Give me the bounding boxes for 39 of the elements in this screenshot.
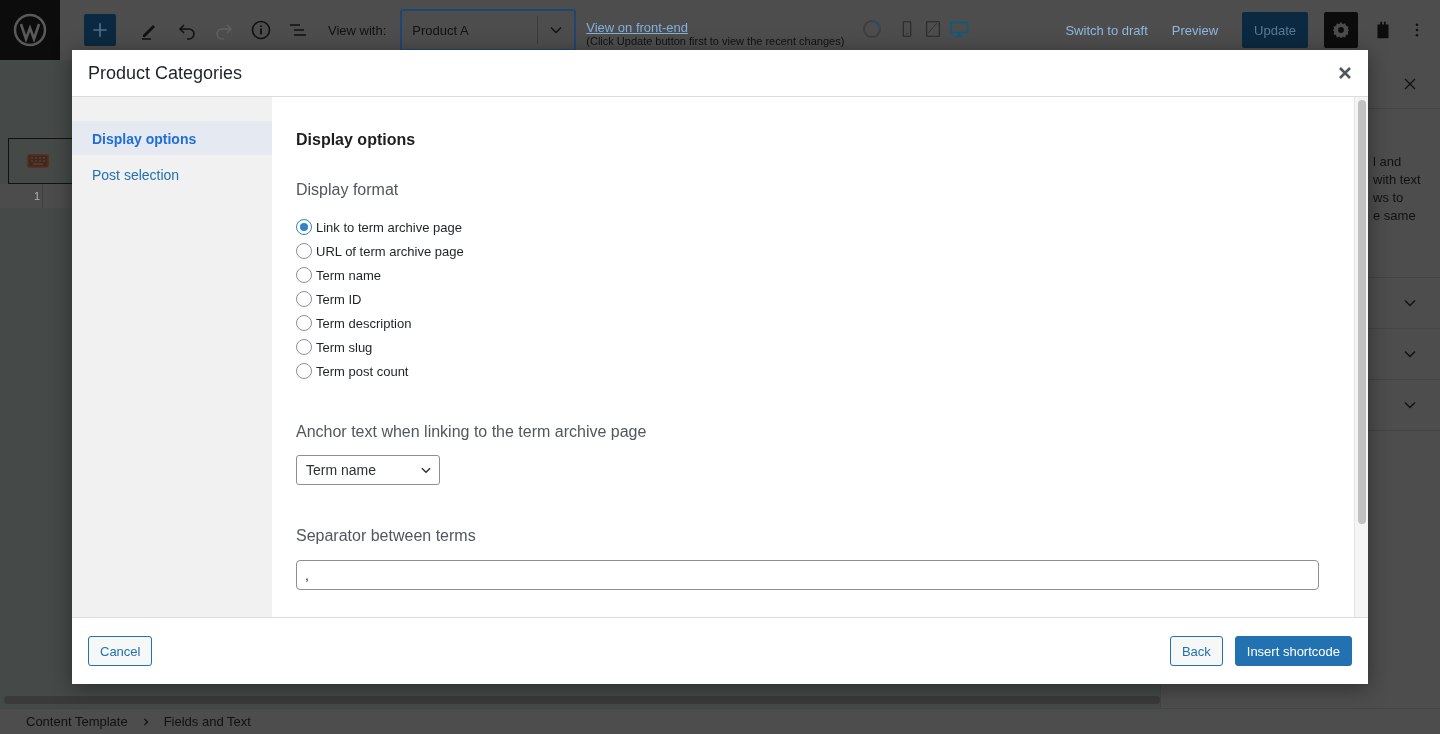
dialog-button[interactable]: Back xyxy=(1169,636,1223,666)
toolbar-link-button[interactable]: Switch to draft xyxy=(1065,22,1148,38)
sidebar-description-line: e same xyxy=(1373,207,1417,225)
radio-label[interactable]: Link to term archive page xyxy=(316,219,462,235)
dialog-nav-tab[interactable]: Post selection xyxy=(72,157,272,191)
update-button[interactable]: Update xyxy=(1242,12,1308,48)
close-icon xyxy=(1338,66,1352,80)
close-button[interactable] xyxy=(1338,66,1352,80)
view-with-label: View with: xyxy=(328,22,387,38)
field-label: Anchor text when linking to the term archive page xyxy=(296,423,647,441)
keyboard-icon xyxy=(27,154,49,168)
view-front-end-link[interactable]: View on front-end xyxy=(586,19,845,35)
field-label: Separator between terms xyxy=(296,527,476,545)
radio-label[interactable]: Term ID xyxy=(316,291,362,307)
sidebar-description-line: with text xyxy=(1373,171,1422,189)
line-number: 1 xyxy=(0,184,43,208)
settings-button[interactable] xyxy=(1324,12,1358,48)
dialog-title: Product Categories xyxy=(88,62,244,84)
radio-label[interactable]: Term description xyxy=(316,315,412,331)
radio-label[interactable]: Term name xyxy=(316,267,382,283)
anchor-text-select[interactable]: Term name xyxy=(296,455,440,485)
radio-label[interactable]: URL of term archive page xyxy=(316,243,464,259)
toolbar-link-button[interactable]: Preview xyxy=(1171,22,1219,38)
sidebar-description-line: ws to xyxy=(1373,189,1405,207)
field-label: Display format xyxy=(296,181,399,199)
separator-input[interactable]: , xyxy=(296,560,1319,590)
section-heading: Display options xyxy=(296,131,416,149)
spinner-icon xyxy=(862,18,883,39)
dialog-button[interactable]: Cancel xyxy=(88,636,153,666)
plus-icon xyxy=(90,20,110,40)
radio-label[interactable]: Term post count xyxy=(316,363,409,379)
radio-label[interactable]: Term slug xyxy=(316,339,373,355)
info-icon[interactable] xyxy=(249,18,273,42)
settings-icon xyxy=(1331,20,1351,40)
add-block-button[interactable] xyxy=(84,14,116,46)
dialog-nav-tab[interactable]: Display options xyxy=(72,121,272,155)
wordpress-logo-icon[interactable] xyxy=(13,13,47,47)
dialog-button[interactable]: Insert shortcode xyxy=(1234,636,1352,666)
vertical-scrollbar[interactable] xyxy=(1357,100,1366,524)
